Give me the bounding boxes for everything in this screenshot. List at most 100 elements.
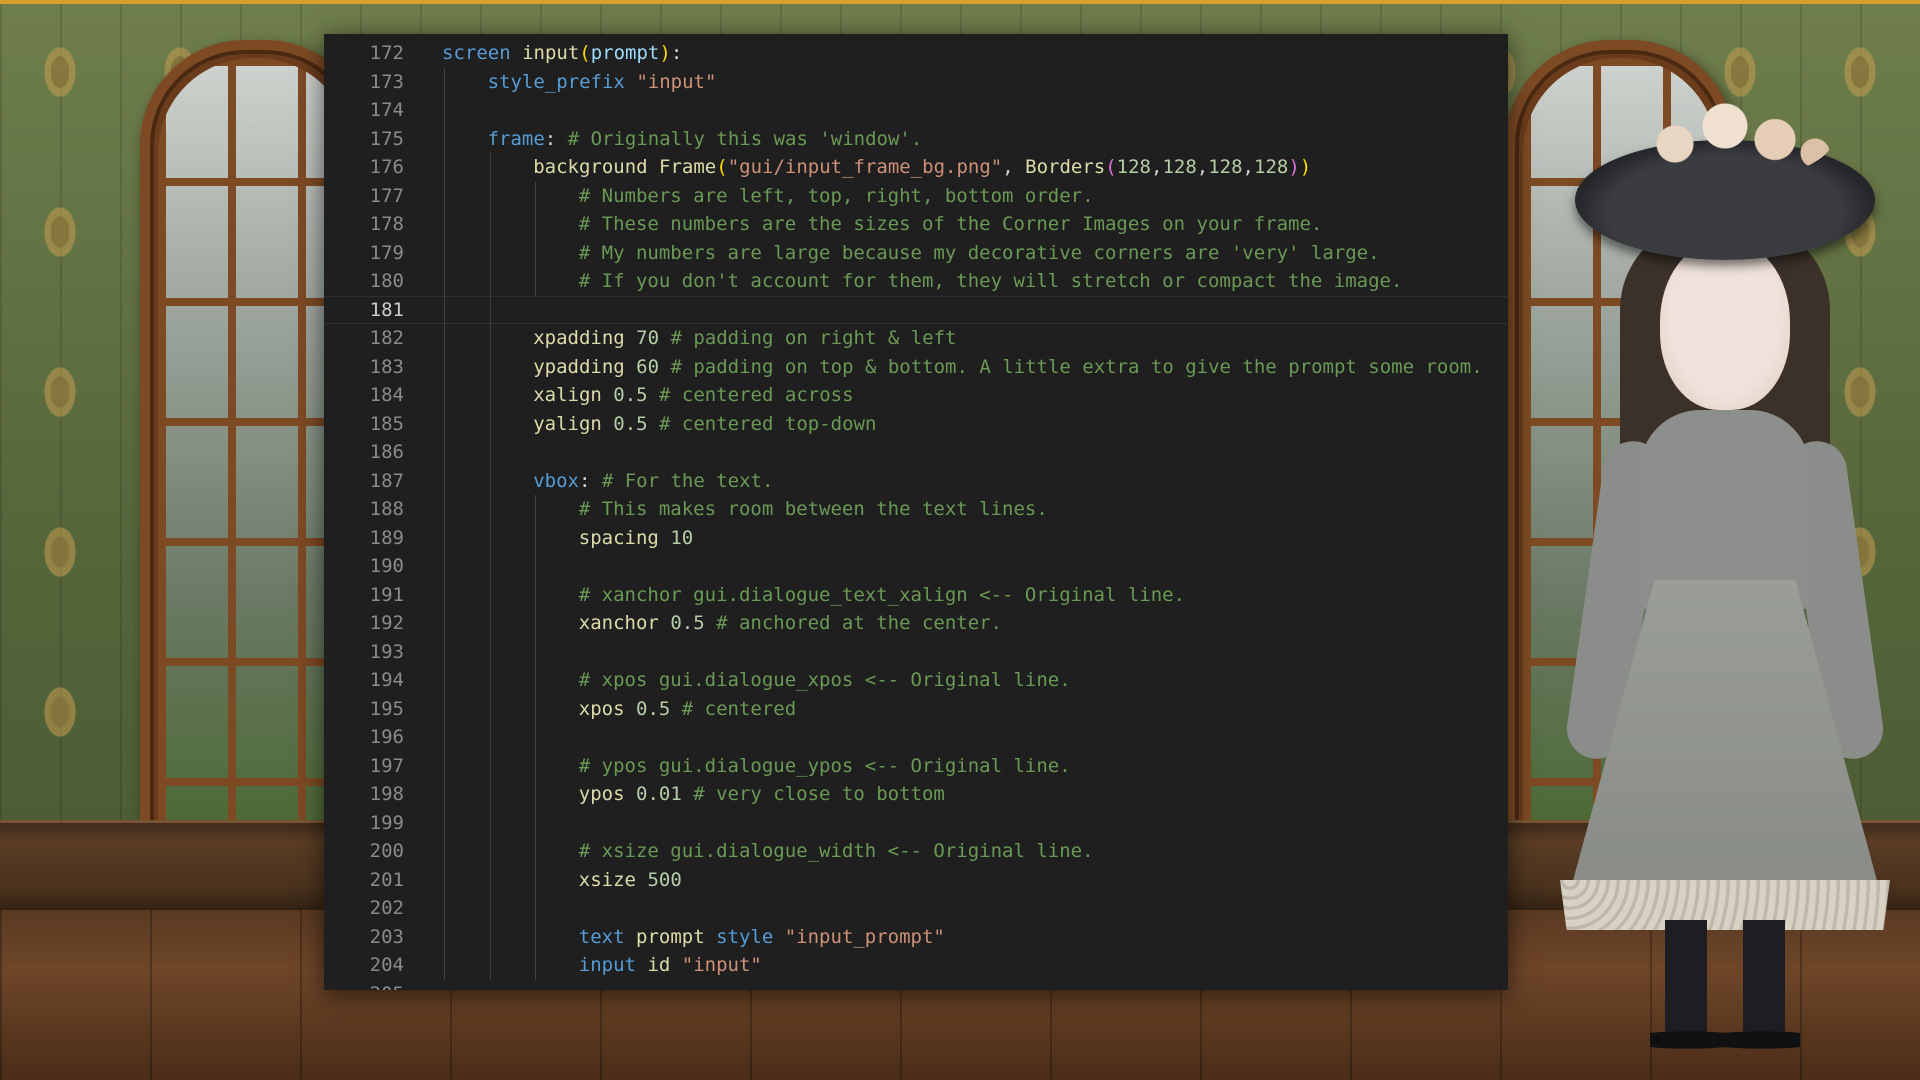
code-line[interactable]: 196 [324, 723, 1508, 752]
indent-guide [444, 951, 445, 980]
indent-guide [489, 865, 491, 894]
indent-guide [489, 837, 491, 866]
code-line[interactable]: 176 background Frame("gui/input_frame_bg.… [324, 153, 1508, 182]
indent-guide [444, 922, 445, 951]
line-number: 178 [369, 213, 404, 235]
code-text: ypos 0.01 # very close to bottom [579, 780, 945, 809]
line-number: 200 [369, 840, 404, 862]
code-line[interactable]: 189 spacing 10 [324, 523, 1508, 553]
code-token: 70 [636, 327, 660, 349]
line-number: 195 [369, 697, 404, 720]
code-line[interactable]: 187 vbox: # For the text. [324, 466, 1508, 495]
code-token: # For the text. [601, 469, 774, 492]
indent-guide [489, 609, 491, 638]
code-text: # My numbers are large because my decora… [579, 239, 1380, 268]
indent-guide [535, 609, 537, 638]
indent-guide [444, 609, 445, 638]
indent-guide [535, 780, 537, 809]
code-editor[interactable]: 172 screen input(prompt): 173 style_prefix … [324, 34, 1508, 990]
code-line[interactable]: 204 input id "input" [324, 951, 1508, 980]
code-line[interactable]: 200 # xsize gui.dialogue_width <-- Origin… [324, 837, 1508, 866]
code-lines: 172 screen input(prompt): 173 style_prefix … [324, 39, 1508, 990]
code-line[interactable]: 183 ypadding 60 # padding on top & bottom… [324, 352, 1508, 381]
line-number: 194 [369, 669, 404, 691]
indent-guide [535, 523, 537, 552]
girl-shoes [1650, 1025, 1800, 1055]
indent-guide [444, 381, 445, 410]
indent-guide [444, 153, 445, 182]
code-line[interactable]: 195 xpos 0.5 # centered [324, 694, 1508, 723]
code-token: 0.5 [613, 412, 648, 435]
line-number: 188 [369, 498, 404, 520]
indent-guide [444, 238, 445, 267]
code-line[interactable]: 174 [324, 96, 1508, 125]
code-line[interactable]: 190 [324, 552, 1508, 581]
indent-guide [489, 523, 491, 552]
code-text: # xpos gui.dialogue_xpos <-- Original li… [579, 666, 1071, 695]
indent-guide [535, 894, 537, 923]
code-token: prompt [636, 925, 717, 948]
code-token: # If you don't account for them, they wi… [578, 270, 1403, 292]
code-line[interactable]: 175 frame: # Originally this was 'window'… [324, 124, 1508, 154]
indent-guide [489, 267, 491, 296]
code-token: # xanchor gui.dialogue_text_xalign <-- O… [578, 583, 1186, 606]
code-line[interactable]: 173 style_prefix "input" [324, 67, 1508, 96]
indent-guide [444, 324, 445, 353]
code-token: xpadding [533, 327, 637, 349]
code-line[interactable]: 180 # If you don't account for them, they… [324, 267, 1508, 296]
indent-guide [444, 438, 445, 467]
code-token: # anchored at the center. [716, 612, 1003, 634]
code-line[interactable]: 185 yalign 0.5 # centered top-down [324, 409, 1508, 438]
code-line[interactable]: 181 [324, 295, 1508, 324]
code-line[interactable]: 205 [324, 980, 1508, 991]
hat-flowers [1635, 90, 1835, 180]
code-line[interactable]: 199 [324, 808, 1508, 837]
code-token: 128 [1116, 156, 1151, 178]
code-line[interactable]: 202 [324, 894, 1508, 923]
code-token: ypadding [533, 355, 637, 378]
code-line[interactable]: 182 xpadding 70 # padding on right & left [324, 324, 1508, 353]
code-text: spacing 10 [579, 524, 693, 553]
code-line[interactable]: 191 # xanchor gui.dialogue_text_xalign <-… [324, 580, 1508, 609]
indent-guide [489, 723, 491, 752]
code-token: # centered across [659, 384, 854, 406]
code-text: frame: # Originally this was 'window'. [488, 125, 923, 154]
code-line[interactable]: 177 # Numbers are left, top, right, botto… [324, 181, 1508, 210]
code-line[interactable]: 203 text prompt style "input_prompt" [324, 922, 1508, 951]
code-token: , [1150, 156, 1163, 178]
code-token: # very close to bottom [693, 783, 945, 805]
line-number: 185 [369, 412, 404, 435]
line-number: 198 [369, 783, 404, 805]
code-line[interactable]: 201 xsize 500 [324, 865, 1508, 894]
code-line[interactable]: 179 # My numbers are large because my dec… [324, 238, 1508, 268]
indent-guide [444, 837, 445, 866]
code-line[interactable]: 184 xalign 0.5 # centered across [324, 381, 1508, 410]
indent-guide [535, 666, 537, 695]
code-token: ( [1105, 156, 1117, 178]
line-number: 203 [369, 925, 404, 948]
indent-guide [444, 466, 445, 495]
code-line[interactable]: 198 ypos 0.01 # very close to bottom [324, 780, 1508, 809]
code-token: # xpos gui.dialogue_xpos <-- Original li… [578, 669, 1071, 691]
code-line[interactable]: 192 xanchor 0.5 # anchored at the center. [324, 609, 1508, 638]
indent-guide [489, 409, 491, 438]
code-line[interactable]: 197 # ypos gui.dialogue_ypos <-- Original… [324, 751, 1508, 780]
code-line[interactable]: 188 # This makes room between the text li… [324, 495, 1508, 524]
line-number: 192 [369, 612, 404, 634]
line-number: 190 [369, 555, 404, 577]
code-line[interactable]: 186 [324, 438, 1508, 467]
indent-guide [535, 580, 537, 609]
code-text: input id "input" [579, 951, 762, 980]
code-text: # This makes room between the text lines… [579, 495, 1048, 524]
line-number: 180 [369, 270, 404, 292]
code-line[interactable]: 178 # These numbers are the sizes of the … [324, 210, 1508, 239]
indent-guide [489, 780, 491, 809]
code-line[interactable]: 194 # xpos gui.dialogue_xpos <-- Original… [324, 666, 1508, 695]
code-token: input [578, 954, 648, 976]
code-token: # Numbers are left, top, right, bottom o… [578, 184, 1094, 207]
girl-legs [1665, 920, 1785, 1040]
code-line[interactable]: 193 [324, 637, 1508, 666]
code-line[interactable]: 172 screen input(prompt): [324, 39, 1508, 68]
girl-character-sprite [1545, 80, 1905, 1060]
